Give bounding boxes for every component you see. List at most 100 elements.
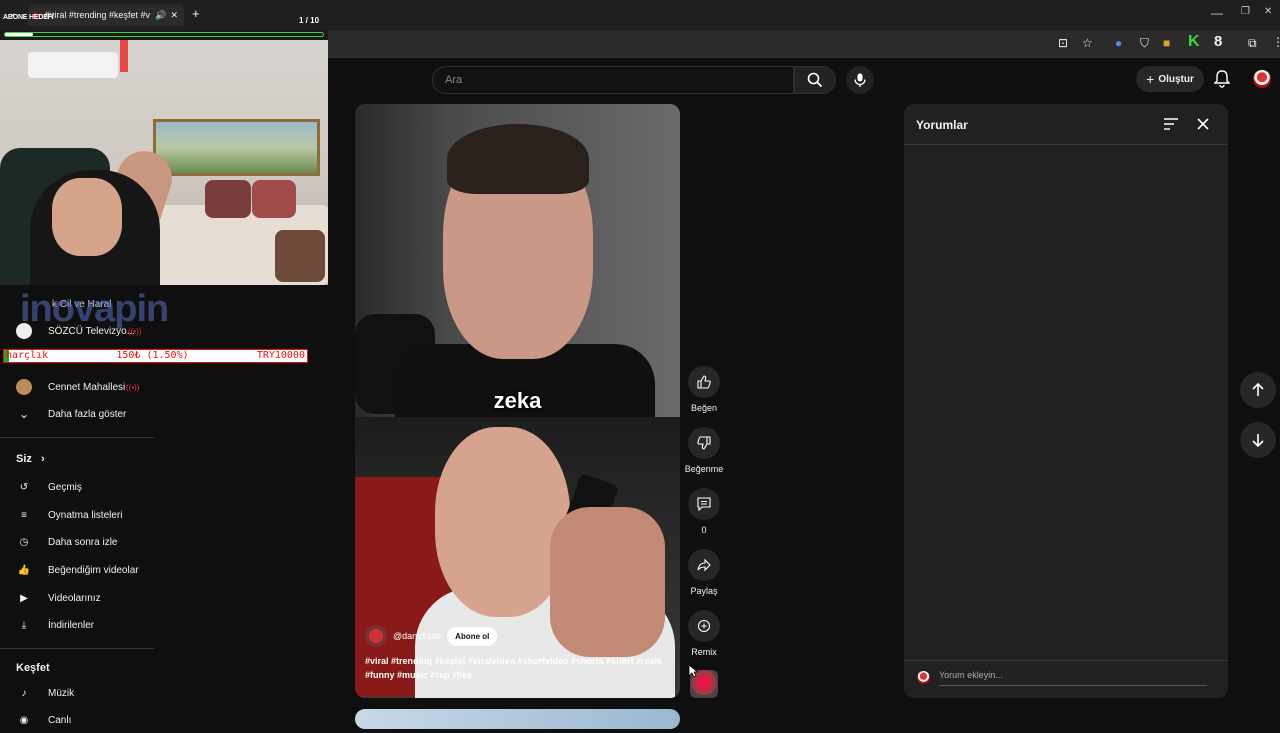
sidebar-item-subscription[interactable]: Cennet Mahallesi ((•)) [0, 374, 155, 400]
voice-search-button[interactable] [846, 66, 874, 94]
extension-box-icon[interactable]: ■ [1163, 36, 1170, 50]
dislike-label: Beğenme [684, 464, 724, 474]
tip-amount: 150₺ (1.50%) [116, 350, 189, 361]
tab-close-icon[interactable]: ✕ [170, 10, 178, 21]
subscribe-button[interactable]: Abone ol [447, 626, 498, 646]
user-avatar [917, 671, 930, 684]
share-arrow-icon [688, 549, 720, 581]
subscriber-goal-bar [0, 30, 328, 40]
red-light [120, 40, 128, 72]
sidebar-item-label: Beğendiğim videolar [48, 564, 139, 576]
search-button[interactable] [794, 66, 836, 94]
dislike-button[interactable]: Beğenme [684, 427, 724, 474]
tab-title: #viral #trending #keşfet #v [44, 10, 150, 20]
browser-menu-icon[interactable]: ⋮ [1272, 35, 1280, 49]
new-tab-button[interactable]: + [192, 6, 200, 21]
extension-kick-icon[interactable]: K [1188, 33, 1200, 51]
sidebar-item-label: Daha fazla göster [48, 408, 127, 420]
channel-name[interactable]: @danidriple [393, 631, 441, 641]
comment-input[interactable]: Yorum ekleyin... [939, 670, 1207, 686]
chevron-down-icon: ⌄ [18, 407, 30, 421]
extension-shield-icon[interactable]: ● [1115, 36, 1122, 50]
pillow [252, 180, 296, 218]
next-short-button[interactable] [1240, 422, 1276, 458]
tip-goal-bar: harçlık 150₺ (1.50%) TRY10000 [3, 349, 308, 363]
remix-icon [688, 610, 720, 642]
tip-target: TRY10000 [256, 350, 305, 361]
video-frame-top [355, 104, 680, 424]
sidebar-item-playlists[interactable]: ≡ Oynatma listeleri [0, 502, 155, 528]
comment-icon [688, 488, 720, 520]
subscriber-goal-count: 1 / 10 [299, 16, 320, 25]
tip-label: harçlık [6, 350, 49, 361]
extension-counter-badge[interactable]: 8 [1214, 33, 1222, 50]
pillow [205, 180, 251, 218]
video-description[interactable]: #viral #trending #keşfet #viralvideo #sh… [365, 654, 670, 682]
goal-bar-track [4, 32, 324, 37]
sidebar-item-downloads[interactable]: ⤓ İndirilenler [0, 612, 155, 638]
sidebar-section-you[interactable]: Siz › [16, 453, 45, 465]
microphone-icon [854, 73, 866, 87]
video-caption: zeka [493, 388, 542, 413]
divider [904, 660, 1228, 661]
install-icon[interactable]: ⊡ [1058, 36, 1068, 50]
sidebar-item-live[interactable]: ◉ Canlı [0, 707, 155, 733]
clock-icon: ◷ [19, 536, 29, 548]
sidebar-item-history[interactable]: ↺ Geçmiş [0, 474, 155, 500]
like-button[interactable]: Beğen [684, 366, 724, 413]
search-input[interactable]: Ara [432, 66, 794, 94]
restore-button[interactable]: ❐ [1241, 6, 1250, 17]
extension-puzzle-icon[interactable]: ⧉ [1248, 36, 1257, 51]
sidebar-item-label: Daha sonra izle [48, 536, 118, 548]
window-close-button[interactable]: ✕ [1264, 6, 1272, 17]
previous-short-button[interactable] [1240, 372, 1276, 408]
close-icon[interactable] [1196, 117, 1210, 131]
bookmark-star-icon[interactable]: ☆ [1082, 36, 1093, 50]
sort-icon[interactable] [1164, 118, 1178, 130]
notifications-bell-icon[interactable] [1214, 70, 1230, 88]
next-short-preview[interactable] [355, 709, 680, 729]
channel-avatar [16, 379, 32, 395]
create-button[interactable]: + Oluştur [1136, 66, 1204, 92]
sidebar-item-your-videos[interactable]: ▶ Videolarınız [0, 585, 155, 611]
account-avatar[interactable] [1253, 70, 1271, 88]
sponsor-logo: inovapin [20, 288, 169, 330]
comments-button[interactable]: 0 [684, 488, 724, 535]
video-icon: ▶ [20, 592, 28, 604]
extension-ublock-icon[interactable]: ⛉ [1140, 36, 1149, 51]
comments-title: Yorumlar [916, 118, 968, 132]
sidebar-item-label: İndirilenler [48, 619, 95, 631]
remix-button[interactable]: Remix [684, 610, 724, 657]
sidebar-divider [0, 648, 155, 649]
share-label: Paylaş [690, 586, 718, 596]
like-label: Beğen [690, 403, 718, 413]
sidebar-item-label: Videolarınız [48, 592, 101, 604]
show-more-button[interactable]: ⌄ Daha fazla göster [0, 401, 155, 427]
person-hair [447, 124, 589, 194]
channel-avatar[interactable] [365, 625, 387, 647]
thumbs-up-icon [688, 366, 720, 398]
divider [904, 144, 1228, 145]
create-label: Oluştur [1158, 73, 1194, 85]
air-conditioner [28, 52, 118, 78]
sidebar-item-music[interactable]: ♪ Müzik [0, 680, 155, 706]
live-indicator-icon: ((•)) [126, 382, 140, 392]
sidebar-section-explore: Keşfet [16, 662, 50, 674]
sidebar-item-liked-videos[interactable]: 👍 Beğendiğim videolar [0, 557, 155, 583]
short-video-player[interactable]: zeka @danidriple Abone ol #viral #trendi… [355, 104, 680, 698]
browser-tab-bar: ⌄ ▶ #viral #trending #keşfet #v 🔊 ✕ + — … [0, 0, 1280, 30]
section-title: Siz [16, 453, 32, 465]
music-note-icon: ♪ [21, 687, 27, 699]
sidebar-item-label: Geçmiş [48, 481, 82, 493]
playlists-icon: ≡ [21, 509, 27, 521]
minimize-button[interactable]: — [1211, 6, 1223, 20]
subscriber-goal-label: ABONE HEDEFİ [3, 14, 54, 21]
sidebar-item-label: Cennet Mahallesi [48, 381, 126, 393]
sidebar-item-watch-later[interactable]: ◷ Daha sonra izle [0, 529, 155, 555]
history-icon: ↺ [19, 481, 29, 493]
search-icon [807, 72, 823, 88]
speaker-icon[interactable]: 🔊 [155, 10, 166, 21]
comments-panel: Yorumlar Yorum ekleyin... [904, 104, 1228, 698]
share-button[interactable]: Paylaş [684, 549, 724, 596]
chevron-right-icon: › [40, 453, 45, 465]
